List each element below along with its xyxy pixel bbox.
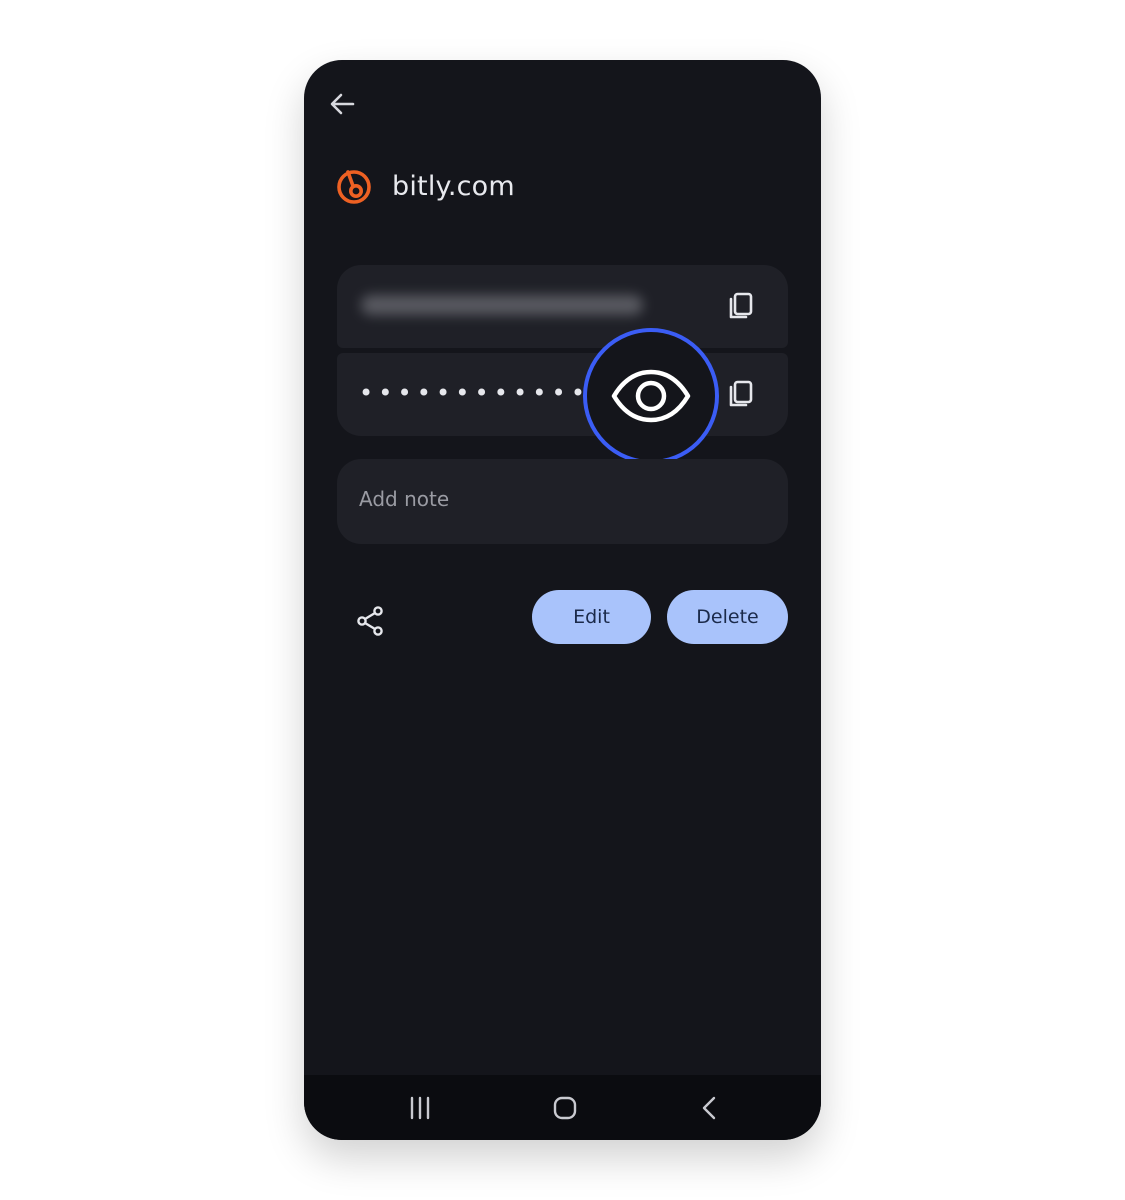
site-name: bitly.com (392, 170, 515, 202)
password-field[interactable]: ••••••••••••••• (337, 353, 788, 436)
phone-screen: bitly.com ••••••••••••••• Add note Edit … (304, 60, 821, 1140)
copy-username-icon[interactable] (724, 289, 758, 323)
edit-button[interactable]: Edit (532, 590, 651, 644)
back-arrow-icon[interactable] (326, 88, 358, 120)
username-value-blurred (361, 295, 643, 315)
share-icon[interactable] (354, 604, 388, 638)
copy-password-icon[interactable] (724, 377, 758, 411)
show-password-button[interactable] (583, 328, 719, 464)
delete-button[interactable]: Delete (667, 590, 788, 644)
system-nav-bar (304, 1075, 821, 1140)
home-icon[interactable] (550, 1093, 580, 1123)
eye-icon (611, 369, 691, 423)
chevron-left-icon[interactable] (695, 1093, 725, 1123)
recents-icon[interactable] (405, 1093, 435, 1123)
username-field[interactable] (337, 265, 788, 348)
site-header: bitly.com (334, 164, 515, 208)
note-placeholder: Add note (359, 487, 450, 511)
add-note-field[interactable]: Add note (337, 459, 788, 544)
bitly-logo-icon (337, 170, 371, 204)
